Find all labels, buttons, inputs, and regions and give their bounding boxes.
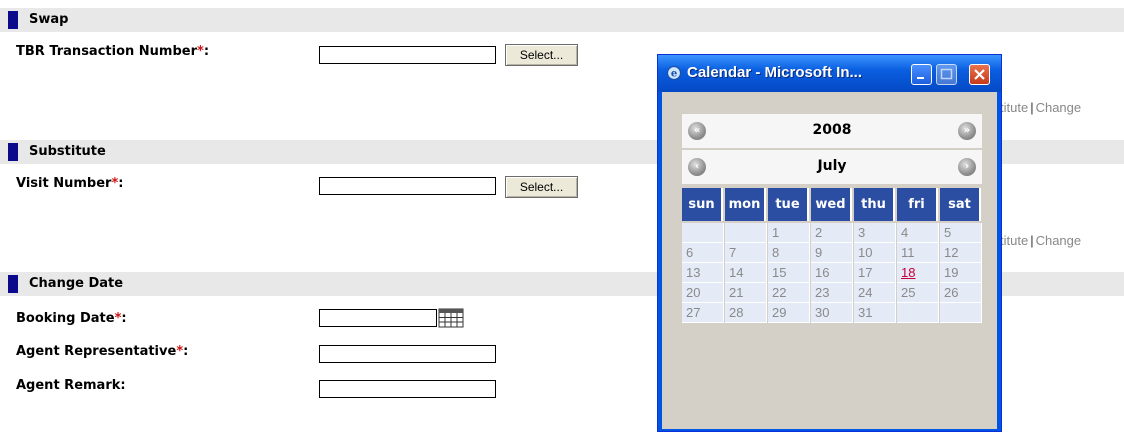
agent-representative-input[interactable] bbox=[319, 345, 496, 363]
empty-day-cell bbox=[682, 223, 724, 243]
day-cell[interactable]: 29 bbox=[768, 303, 810, 323]
day-cell[interactable]: 31 bbox=[854, 303, 896, 323]
section-title: Change Date bbox=[29, 276, 124, 291]
popup-title: Calendar - Microsoft In... bbox=[687, 64, 863, 81]
month-label: July bbox=[817, 158, 847, 174]
label-colon: : bbox=[183, 344, 189, 359]
day-cell[interactable]: 26 bbox=[940, 283, 982, 303]
label-colon: : bbox=[203, 44, 210, 59]
day-cell[interactable]: 16 bbox=[811, 263, 853, 283]
double-chevron-right-icon: » bbox=[963, 125, 971, 136]
day-cell[interactable]: 10 bbox=[854, 243, 896, 263]
weekday-header: sat bbox=[940, 188, 981, 221]
empty-day-cell bbox=[940, 303, 982, 323]
day-cell[interactable]: 7 bbox=[725, 243, 767, 263]
day-cell[interactable]: 22 bbox=[768, 283, 810, 303]
day-cell[interactable]: 2 bbox=[811, 223, 853, 243]
visit-select-button[interactable]: Select... bbox=[505, 176, 578, 198]
popup-client-area: « 2008 » ‹ July › sun mon tue wed thu fr… bbox=[662, 92, 997, 429]
calendar-popup-window: e Calendar - Microsoft In... « 2008 » ‹ … bbox=[657, 54, 1002, 432]
day-cell[interactable]: 1 bbox=[768, 223, 810, 243]
swap-links: titute | Change bbox=[1000, 100, 1081, 115]
year-header: « 2008 » bbox=[682, 114, 982, 148]
change-link[interactable]: Change bbox=[1036, 100, 1082, 115]
weekday-header: thu bbox=[854, 188, 895, 221]
section-swap-header: Swap bbox=[0, 8, 1124, 32]
agent-remark-label: Agent Remark: bbox=[16, 378, 126, 393]
day-cell[interactable]: 18 bbox=[897, 263, 939, 283]
label-text: Visit Number bbox=[16, 176, 112, 191]
day-cell[interactable]: 25 bbox=[897, 283, 939, 303]
agent-remark-input[interactable] bbox=[319, 380, 496, 398]
label-colon: : bbox=[121, 311, 127, 326]
empty-day-cell bbox=[725, 223, 767, 243]
minimize-icon bbox=[917, 77, 924, 79]
year-label: 2008 bbox=[812, 122, 852, 138]
section-marker bbox=[8, 11, 18, 29]
weekday-header: sun bbox=[682, 188, 723, 221]
label-colon: : bbox=[118, 176, 124, 191]
substitute-links: titute | Change bbox=[1000, 233, 1081, 248]
weekday-header: mon bbox=[725, 188, 766, 221]
label-text: Agent Representative bbox=[16, 344, 177, 359]
day-cell[interactable]: 17 bbox=[854, 263, 896, 283]
visit-number-label: Visit Number*: bbox=[16, 176, 123, 191]
tbr-select-button[interactable]: Select... bbox=[505, 44, 578, 66]
section-marker bbox=[8, 143, 18, 161]
day-cell[interactable]: 20 bbox=[682, 283, 724, 303]
agent-representative-label: Agent Representative*: bbox=[16, 344, 188, 359]
link-separator: | bbox=[1030, 233, 1034, 248]
day-cell[interactable]: 28 bbox=[725, 303, 767, 323]
label-text: Booking Date bbox=[16, 311, 115, 326]
day-cell[interactable]: 9 bbox=[811, 243, 853, 263]
month-header: ‹ July › bbox=[682, 150, 982, 184]
day-cell[interactable]: 24 bbox=[854, 283, 896, 303]
day-cell[interactable]: 8 bbox=[768, 243, 810, 263]
day-cell[interactable]: 12 bbox=[940, 243, 982, 263]
change-link[interactable]: Change bbox=[1036, 233, 1082, 248]
day-cell[interactable]: 30 bbox=[811, 303, 853, 323]
minimize-button[interactable] bbox=[911, 64, 932, 85]
booking-date-label: Booking Date*: bbox=[16, 311, 127, 326]
weekday-header: wed bbox=[811, 188, 852, 221]
section-title: Substitute bbox=[29, 144, 106, 159]
section-title: Swap bbox=[29, 12, 69, 27]
day-cell[interactable]: 27 bbox=[682, 303, 724, 323]
day-cell[interactable]: 11 bbox=[897, 243, 939, 263]
substitute-link[interactable]: titute bbox=[1000, 100, 1028, 115]
booking-date-input[interactable] bbox=[319, 309, 437, 327]
day-cell[interactable]: 21 bbox=[725, 283, 767, 303]
substitute-link[interactable]: titute bbox=[1000, 233, 1028, 248]
svg-text:e: e bbox=[671, 69, 677, 80]
close-button[interactable] bbox=[969, 64, 990, 85]
day-cell[interactable]: 19 bbox=[940, 263, 982, 283]
day-cell[interactable]: 4 bbox=[897, 223, 939, 243]
day-cell[interactable]: 13 bbox=[682, 263, 724, 283]
chevron-right-icon: › bbox=[964, 161, 970, 172]
required-marker: * bbox=[197, 44, 204, 59]
next-month-button[interactable]: › bbox=[958, 158, 976, 176]
weekday-header: tue bbox=[768, 188, 809, 221]
close-icon bbox=[974, 69, 985, 80]
maximize-icon bbox=[940, 68, 953, 80]
empty-day-cell bbox=[897, 303, 939, 323]
day-cell[interactable]: 3 bbox=[854, 223, 896, 243]
day-cell[interactable]: 23 bbox=[811, 283, 853, 303]
day-cell[interactable]: 15 bbox=[768, 263, 810, 283]
link-separator: | bbox=[1030, 100, 1034, 115]
label-text: TBR Transaction Number bbox=[16, 44, 198, 59]
popup-titlebar[interactable]: e Calendar - Microsoft In... bbox=[658, 55, 1001, 92]
next-year-button[interactable]: » bbox=[958, 122, 976, 140]
visit-number-input[interactable] bbox=[319, 177, 496, 195]
tbr-transaction-number-input[interactable] bbox=[319, 46, 496, 64]
maximize-button[interactable] bbox=[936, 64, 957, 85]
day-cell[interactable]: 5 bbox=[940, 223, 982, 243]
weekday-header: fri bbox=[897, 188, 938, 221]
section-marker bbox=[8, 275, 18, 293]
browser-icon: e bbox=[666, 65, 682, 81]
day-cell[interactable]: 14 bbox=[725, 263, 767, 283]
tbr-transaction-number-label: TBR Transaction Number*: bbox=[16, 44, 209, 59]
calendar-icon[interactable] bbox=[438, 308, 464, 328]
day-cell[interactable]: 6 bbox=[682, 243, 724, 263]
